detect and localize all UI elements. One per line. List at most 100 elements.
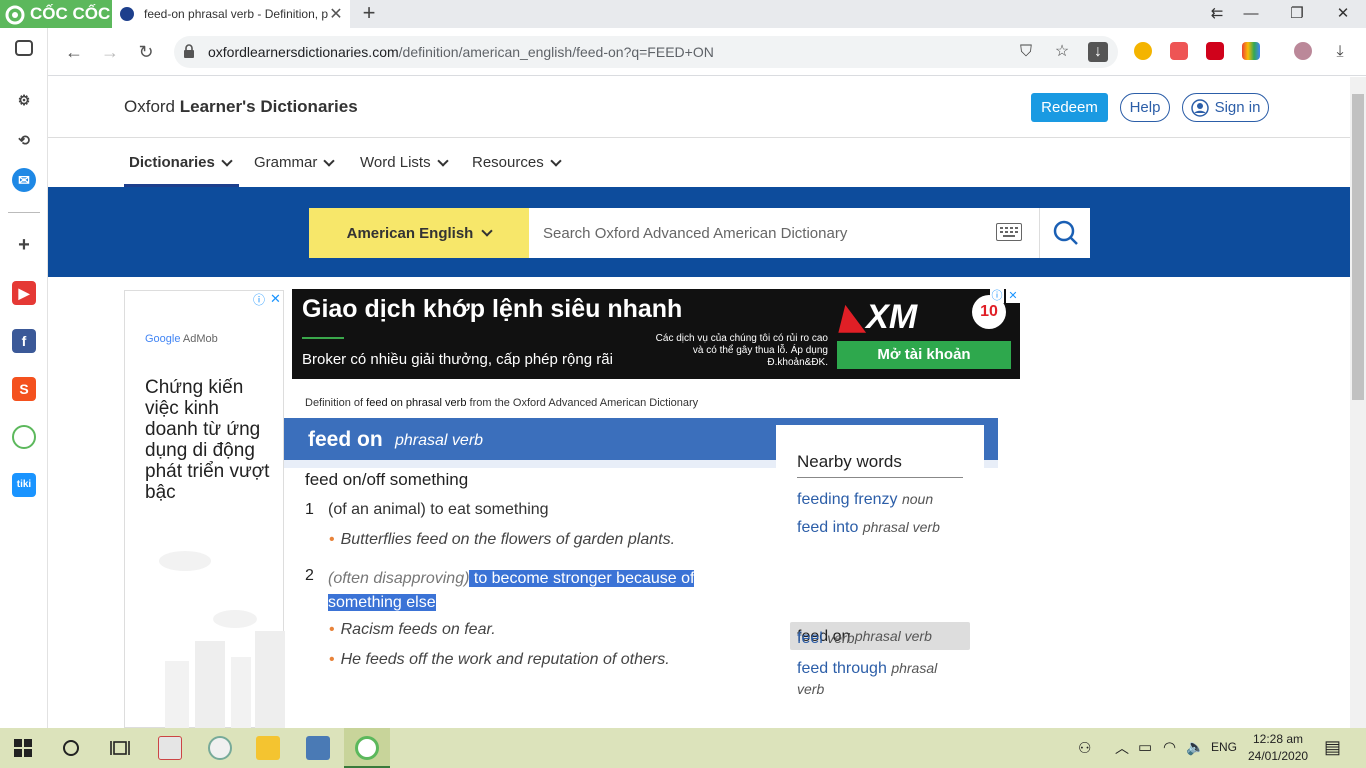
menu-grammar[interactable]: Grammar [254, 154, 336, 171]
example-sentence: • He feeds off the work and reputation of… [329, 651, 670, 668]
ad-info-icon[interactable]: ⓘ [253, 291, 265, 308]
tab-active[interactable]: feed-on phrasal verb - Definition, p ✕ [112, 0, 350, 28]
lock-icon[interactable] [183, 44, 195, 58]
taskbar-tool-icon[interactable] [306, 736, 330, 760]
reload-button[interactable]: ↻ [134, 40, 158, 64]
coccoc-taskbar-icon[interactable] [355, 736, 379, 760]
page-scrollbar-thumb[interactable] [1352, 94, 1364, 400]
ad-close-icon[interactable]: ✕ [270, 291, 281, 307]
task-view-icon[interactable] [110, 739, 130, 757]
nearby-word-link[interactable]: feed into phrasal verb [797, 517, 977, 538]
wifi-icon[interactable]: ◠ [1163, 738, 1176, 756]
user-icon [1190, 98, 1209, 117]
extension-colors-icon[interactable] [1242, 42, 1260, 60]
download-video-icon[interactable]: ↓ [1088, 42, 1108, 62]
side-ad-text: Chứng kiến việc kinh doanh từ ứng dụng d… [145, 377, 270, 503]
nearby-word-pos: noun [901, 491, 934, 507]
language-indicator[interactable]: ENG [1211, 740, 1237, 754]
browser-brand: CỐC CỐC [30, 4, 111, 23]
nearby-word-pos: verb [827, 630, 855, 646]
sidebar-toggle-icon[interactable] [15, 40, 33, 56]
redeem-button[interactable]: Redeem [1031, 93, 1108, 122]
history-icon[interactable]: ⟲ [12, 128, 36, 152]
extension-red-icon[interactable] [1206, 42, 1224, 60]
coccoc-icon[interactable] [12, 425, 36, 449]
source-suffix: from the Oxford Advanced American Dictio… [466, 397, 699, 409]
menu-dictionaries[interactable]: Dictionaries [129, 154, 233, 171]
menu-word-lists[interactable]: Word Lists [360, 154, 449, 171]
sense-definition-cont: something else [328, 591, 436, 615]
example-sentence: • Butterflies feed on the flowers of gard… [329, 531, 676, 548]
tray-chevron-up-icon[interactable]: ︿ [1115, 738, 1129, 758]
forward-button[interactable]: → [98, 40, 122, 64]
keyboard-icon[interactable] [996, 223, 1022, 241]
tab-close-icon[interactable]: ✕ [328, 4, 344, 24]
sense-definition: (of an animal) to eat something [328, 501, 549, 518]
ad-fine-print: Các dịch vụ của chúng tôi có rủi ro cao … [655, 333, 828, 368]
extension-chrome-icon[interactable] [1134, 42, 1152, 60]
clock-date: 24/01/2020 [1248, 749, 1309, 763]
ad-info-icon[interactable]: ⓘ [990, 289, 1004, 303]
messenger-icon[interactable]: ✉ [12, 168, 36, 192]
ad-cta-button[interactable]: Mở tài khoản [837, 341, 1011, 369]
tiki-icon[interactable]: tiki [12, 473, 36, 497]
tab-title: feed-on phrasal verb - Definition, p [144, 7, 328, 21]
profile-avatar[interactable] [1294, 42, 1312, 60]
signin-button[interactable]: Sign in [1182, 93, 1269, 122]
windows-start-icon[interactable] [14, 739, 32, 757]
nearby-word-link[interactable]: feeding frenzy noun [797, 489, 977, 510]
search-circle-icon[interactable] [62, 739, 80, 757]
taskbar-paint-icon[interactable] [208, 736, 232, 760]
coccoc-menu-button[interactable]: CỐC CỐC [0, 0, 112, 28]
battery-icon[interactable]: ▭ [1138, 738, 1152, 756]
side-ad[interactable]: ⓘ ✕ Google AdMob Chứng kiến việc kinh do… [124, 290, 285, 728]
top-ad-banner[interactable]: Giao dịch khớp lệnh siêu nhanh Broker có… [292, 289, 1020, 379]
menu-label: Dictionaries [129, 154, 215, 171]
restore-button[interactable]: ❐ [1274, 0, 1320, 28]
youtube-icon[interactable]: ▶ [12, 281, 36, 305]
ad-close-icon[interactable]: ✕ [1006, 289, 1020, 303]
shopee-icon[interactable]: S [12, 377, 36, 401]
shield-icon[interactable]: ⛉ [1016, 42, 1036, 62]
clock[interactable]: 12:28 am 24/01/2020 [1248, 731, 1308, 765]
close-window-button[interactable]: ✕ [1320, 0, 1366, 28]
menu-label: Resources [472, 154, 544, 171]
file-explorer-icon[interactable] [256, 736, 280, 760]
chevron-down-icon [436, 154, 449, 167]
selected-text: something else [328, 594, 436, 611]
ad-decoration [159, 551, 285, 728]
facebook-icon[interactable]: f [12, 329, 36, 353]
address-bar[interactable]: oxfordlearnersdictionaries.com/definitio… [174, 36, 1118, 68]
help-button[interactable]: Help [1120, 93, 1170, 122]
usage-label: (often disapproving) [328, 570, 470, 587]
bookmark-star-icon[interactable]: ☆ [1052, 42, 1072, 62]
dictionary-select[interactable]: American English [309, 208, 529, 258]
sidebar-divider [8, 212, 40, 213]
extension-shield-icon[interactable] [1170, 42, 1188, 60]
settings-gear-icon[interactable]: ⚙ [12, 88, 36, 112]
menu-resources[interactable]: Resources [472, 154, 562, 171]
back-button[interactable]: ← [62, 40, 86, 64]
site-logo[interactable]: Oxford Learner's Dictionaries [124, 97, 358, 117]
ad-headline: Giao dịch khớp lệnh siêu nhanh [302, 295, 683, 323]
add-shortcut-icon[interactable]: + [12, 233, 36, 257]
minimize-button[interactable]: — [1228, 0, 1274, 28]
nearby-word-link[interactable]: feel verb [797, 628, 977, 649]
taskbar-app-icon[interactable] [158, 736, 182, 760]
new-tab-button[interactable]: + [358, 2, 380, 26]
search-input[interactable]: Search Oxford Advanced American Dictiona… [529, 208, 1039, 258]
windows-taskbar: ⚇ ︿ ▭ ◠ 🔈 ENG 12:28 am 24/01/2020 ▤ [0, 728, 1366, 768]
nearby-word-pos: phrasal verb [862, 519, 940, 535]
signin-label: Sign in [1214, 99, 1261, 116]
chevron-down-icon [323, 154, 336, 167]
notifications-icon[interactable]: ▤ [1324, 737, 1341, 758]
nearby-word-link[interactable]: feed through phrasal verb [797, 658, 957, 700]
example-sentence: • Racism feeds on fear. [329, 621, 496, 638]
people-icon[interactable]: ⚇ [1078, 739, 1091, 757]
coccoc-logo-icon [5, 5, 25, 25]
volume-icon[interactable]: 🔈 [1186, 738, 1205, 756]
search-button[interactable] [1039, 208, 1090, 258]
nearby-words-divider [797, 477, 963, 478]
headword: feed on [308, 428, 383, 451]
downloads-icon[interactable]: ⤓ [1330, 42, 1350, 62]
